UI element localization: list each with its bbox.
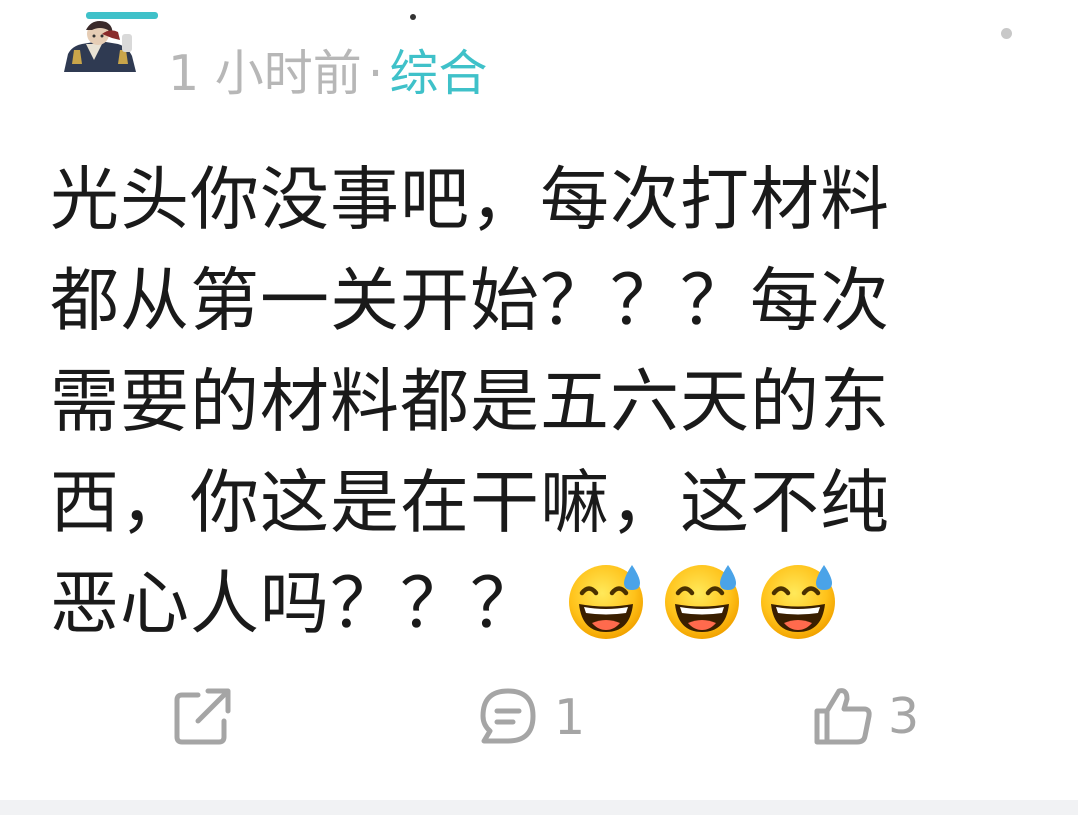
comment-card: 1 小时前 · 综合 光头你没事吧，每次打材料 都从第一关开始？？？每次 需要的材料… (0, 0, 1078, 815)
more-options-icon[interactable] (1001, 28, 1012, 39)
grinning-sweat-emoji (761, 565, 835, 639)
like-count: 3 (888, 687, 920, 745)
like-button[interactable]: 3 (812, 685, 919, 747)
avatar[interactable] (58, 20, 142, 72)
grinning-sweat-emoji (569, 565, 643, 639)
comment-count: 1 (554, 688, 586, 746)
meta-separator: · (367, 45, 384, 102)
share-button[interactable] (172, 685, 234, 747)
comment-line: 需要的材料都是五六天的东 (50, 362, 890, 442)
comment-line: 光头你没事吧，每次打材料 (50, 160, 890, 240)
thumbs-up-icon (814, 688, 872, 745)
share-icon (174, 688, 231, 745)
comment-button[interactable]: 1 (476, 685, 585, 749)
footer-divider (0, 800, 1078, 815)
top-dot (410, 14, 416, 20)
emoji-group (566, 559, 840, 641)
comment-icon (480, 688, 536, 744)
comment-line-text: 恶心人吗？？？ (50, 564, 540, 644)
comment-line-last: 恶心人吗？？？ (50, 554, 1010, 655)
timestamp: 1 小时前 (168, 45, 362, 102)
comment-line: 西，你这是在干嘛，这不纯 (50, 463, 890, 543)
top-accent-bar (86, 12, 158, 19)
avatar-image (58, 20, 142, 72)
grinning-sweat-emoji (665, 565, 739, 639)
comment-body: 光头你没事吧，每次打材料 都从第一关开始？？？每次 需要的材料都是五六天的东 西… (50, 150, 1010, 655)
action-bar: 1 3 (0, 685, 1078, 765)
category-link[interactable]: 综合 (389, 45, 487, 102)
comment-meta: 1 小时前 · 综合 (168, 44, 487, 104)
comment-line: 都从第一关开始？？？每次 (50, 261, 890, 341)
